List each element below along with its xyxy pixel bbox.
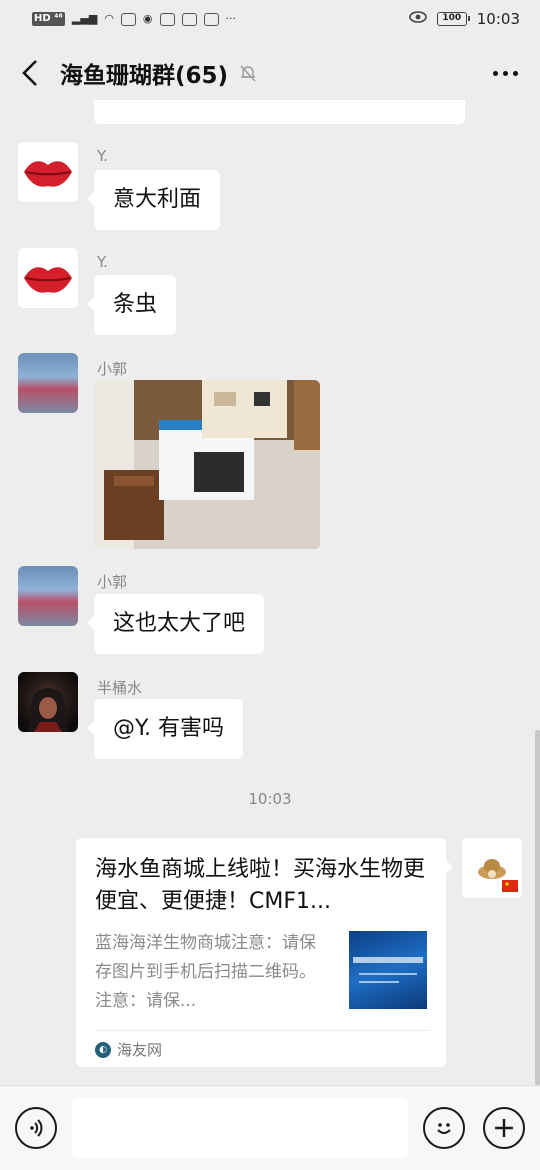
chevron-left-icon bbox=[22, 60, 37, 86]
shield-app-icon bbox=[159, 12, 175, 26]
more-functions-button[interactable] bbox=[483, 1107, 525, 1149]
clock: 10:03 bbox=[476, 10, 520, 28]
battery-icon: 100 bbox=[436, 12, 470, 26]
blue-app-icon bbox=[181, 12, 197, 26]
lips-icon bbox=[24, 267, 72, 293]
lips-icon bbox=[24, 161, 72, 187]
avatar[interactable] bbox=[18, 672, 78, 732]
photo-boxes-image bbox=[94, 380, 320, 549]
sender-name: Y. bbox=[97, 253, 108, 271]
my-avatar[interactable] bbox=[462, 838, 522, 898]
sender-name: 小郭 bbox=[97, 573, 128, 591]
sender-name: 半桶水 bbox=[97, 679, 143, 697]
message-timestamp: 10:03 bbox=[248, 790, 292, 808]
wifi-icon: ◠ bbox=[104, 12, 114, 25]
scrollbar[interactable] bbox=[535, 730, 540, 1085]
hooded-figure-icon bbox=[28, 688, 68, 732]
voice-icon bbox=[30, 1119, 43, 1137]
input-bar bbox=[0, 1085, 540, 1170]
card-source: ◐ 海友网 bbox=[95, 1039, 162, 1060]
voice-input-button[interactable] bbox=[15, 1107, 57, 1149]
dot-icon bbox=[502, 70, 508, 76]
plus-icon bbox=[495, 1119, 513, 1137]
image-message[interactable] bbox=[94, 380, 320, 549]
card-divider bbox=[95, 1030, 430, 1031]
cellular-signal-icon: ▂▄▆ bbox=[71, 12, 98, 25]
avatar[interactable] bbox=[18, 248, 78, 308]
message-bubble[interactable]: 这也太大了吧 bbox=[86, 594, 265, 654]
signal-label: HD ⁴⁶ bbox=[32, 12, 65, 26]
card-thumbnail bbox=[349, 931, 427, 1009]
card-title: 海水鱼商城上线啦！买海水生物更便宜、更便捷！CMF1... bbox=[95, 857, 426, 914]
avatar[interactable] bbox=[18, 566, 78, 626]
dot-icon bbox=[512, 70, 518, 76]
more-notifications-icon: ··· bbox=[225, 12, 237, 25]
avatar[interactable] bbox=[18, 353, 78, 413]
mute-bell-icon bbox=[238, 62, 260, 84]
message-bubble[interactable]: @Y. 有害吗 bbox=[87, 699, 243, 759]
source-logo-icon: ◐ bbox=[95, 1041, 111, 1058]
previous-message-bubble[interactable] bbox=[94, 100, 465, 124]
message-bubble[interactable]: 意大利面 bbox=[86, 170, 221, 230]
message-bubble[interactable]: 条虫 bbox=[86, 275, 177, 335]
dot-icon bbox=[492, 70, 498, 76]
store-banner-image bbox=[353, 957, 423, 983]
chat-title: 海鱼珊瑚群(65) bbox=[60, 63, 229, 89]
back-button[interactable] bbox=[0, 38, 60, 108]
emoji-button[interactable] bbox=[423, 1107, 465, 1149]
source-name: 海友网 bbox=[117, 1041, 163, 1059]
more-options-button[interactable] bbox=[470, 38, 540, 108]
chat-header: 海鱼珊瑚群(65) bbox=[0, 38, 540, 108]
eye-comfort-icon bbox=[408, 11, 427, 27]
avatar[interactable] bbox=[18, 142, 78, 202]
sender-name: Y. bbox=[97, 147, 108, 165]
cartoon-hat-icon bbox=[478, 859, 518, 892]
card-description: 蓝海海洋生物商城注意：请保存图片到手机后扫描二维码。注意：请保... bbox=[95, 933, 316, 1011]
chat-message-list[interactable]: Y. 意大利面 Y. 条虫 小郭 小郭 这也太大了吧 半桶水 @Y. 有害吗 1… bbox=[0, 100, 540, 1085]
shared-link-card[interactable]: 海水鱼商城上线啦！买海水生物更便宜、更便捷！CMF1... 蓝海海洋生物商城注意… bbox=[76, 838, 453, 1067]
smiley-icon bbox=[437, 1123, 451, 1134]
notification-app-icon bbox=[120, 12, 136, 26]
message-input[interactable] bbox=[72, 1098, 408, 1158]
red-app-icon bbox=[203, 12, 219, 26]
sender-name: 小郭 bbox=[97, 360, 128, 378]
audio-app-icon: ◉ bbox=[142, 12, 153, 25]
status-bar: HD ⁴⁶ ▂▄▆ ◠ ◉ ··· 100 10:03 bbox=[0, 0, 540, 38]
